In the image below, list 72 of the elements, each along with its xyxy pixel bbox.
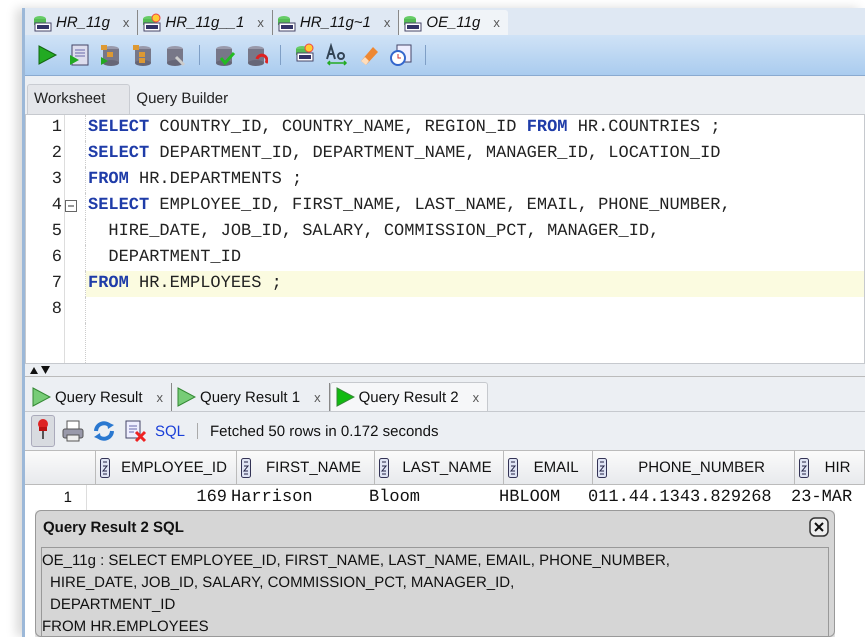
line-number: 7	[26, 271, 65, 297]
result-tab[interactable]: Query Result 2 x	[330, 382, 488, 411]
close-tab-button[interactable]: x	[493, 15, 500, 30]
code-line: DEPARTMENT_ID	[107, 247, 242, 269]
worksheet-tab[interactable]: Worksheet	[27, 84, 130, 114]
line-number: 2	[26, 141, 65, 167]
close-tab-button[interactable]: x	[314, 390, 321, 404]
code-line: SELECT DEPARTMENT_ID, DEPARTMENT_NAME, MANAGER_ID, LOCATION_ID	[87, 143, 722, 165]
line-number: 8	[26, 297, 65, 323]
tab-title: HR_11g__1	[165, 14, 244, 31]
script-page-icon[interactable]	[67, 43, 91, 67]
clear-page-icon[interactable]	[123, 419, 147, 443]
code-line: FROM HR.DEPARTMENTS ;	[87, 169, 304, 191]
line-number: 5	[26, 219, 65, 245]
close-tab-button[interactable]: x	[156, 390, 164, 404]
sort-icon[interactable]	[378, 458, 389, 478]
database-star-icon	[140, 12, 162, 32]
sort-icon[interactable]	[799, 458, 810, 478]
table-cell-text: Harrison	[230, 487, 314, 509]
line-number: 1	[26, 115, 65, 141]
code-line: HIRE_DATE, JOB_ID, SALARY, COMMISSION_PCT, MANAGER_ID,	[107, 221, 660, 243]
splitter-arrows-icon[interactable]	[29, 365, 51, 375]
line-number: 6	[26, 245, 65, 271]
sql-text-line: HIRE_DATE, JOB_ID, SALARY, COMMISSION_PCT, MANAGER_ID,	[49, 573, 516, 593]
clock-page-icon[interactable]	[389, 43, 413, 67]
play-icon	[176, 387, 196, 407]
sort-icon[interactable]	[100, 458, 110, 478]
tab-title: OE_11g	[426, 14, 480, 31]
column-header[interactable]: LAST_NAME	[374, 451, 504, 484]
play-icon	[31, 387, 51, 407]
popup-title: Query Result 2 SQL	[42, 518, 184, 536]
column-header[interactable]: PHONE_NUMBER	[592, 451, 796, 484]
column-header[interactable]: EMAIL	[504, 451, 593, 484]
fetch-status: Fetched 50 rows in 0.172 seconds	[210, 422, 438, 440]
table-cell-text: Bloom	[368, 487, 422, 509]
table-cell-text: HBLOOM	[498, 487, 562, 509]
sort-icon[interactable]	[241, 458, 252, 478]
table-cell-text: 011.44.1343.829268	[587, 487, 773, 509]
close-tab-button[interactable]: x	[257, 15, 264, 30]
table-cell-text: 23-MAR	[790, 487, 854, 509]
tab-title: Query Result	[55, 388, 143, 406]
printer-icon[interactable]	[61, 419, 85, 443]
close-tab-button[interactable]: x	[384, 15, 390, 30]
sort-icon[interactable]	[508, 458, 518, 478]
tab-title: HR_11g	[56, 14, 110, 31]
close-icon[interactable]	[809, 517, 829, 537]
column-header[interactable]: HIR	[795, 451, 865, 484]
sql-text-line: FROM HR.EMPLOYEES	[42, 617, 210, 637]
result-tab[interactable]: Query Result 1 x	[172, 383, 330, 411]
line-number: 3	[26, 167, 65, 193]
sql-text-line: DEPARTMENT_ID	[49, 595, 176, 615]
refresh-icon[interactable]	[91, 419, 117, 443]
column-header[interactable]: EMPLOYEE_ID	[96, 451, 238, 484]
tab-title: HR_11g~1	[300, 14, 371, 31]
play-icon	[334, 387, 355, 407]
code-line: SELECT EMPLOYEE_ID, FIRST_NAME, LAST_NAME, EMAIL, PHONE_NUMBER,	[87, 195, 732, 217]
table-cell-text: 169	[195, 487, 228, 509]
sort-icon[interactable]	[596, 458, 607, 478]
sql-text-line: OE_11g : SELECT EMPLOYEE_ID, FIRST_NAME, LAST_NAME, EMAIL, PHONE_NUMBER,	[42, 551, 671, 571]
column-header[interactable]: FIRST_NAME	[237, 451, 375, 484]
pin-button[interactable]	[31, 415, 55, 447]
result-tab[interactable]: Query Result x	[27, 383, 172, 411]
sql-link[interactable]: SQL	[155, 422, 186, 440]
document-tab[interactable]: OE_11g x	[399, 10, 508, 35]
close-tab-button[interactable]: x	[472, 390, 480, 404]
text-case-icon[interactable]	[325, 43, 349, 67]
collapse-icon[interactable]	[65, 200, 77, 212]
code-line: SELECT COUNTRY_ID, COUNTRY_NAME, REGION_ID FROM HR.COUNTRIES ;	[87, 117, 722, 139]
close-tab-button[interactable]: x	[122, 15, 130, 30]
tab-title: Query Result 1	[200, 388, 300, 406]
worksheet-tab[interactable]: Query Builder	[130, 85, 252, 114]
tab-title: Query Result 2	[358, 388, 459, 406]
